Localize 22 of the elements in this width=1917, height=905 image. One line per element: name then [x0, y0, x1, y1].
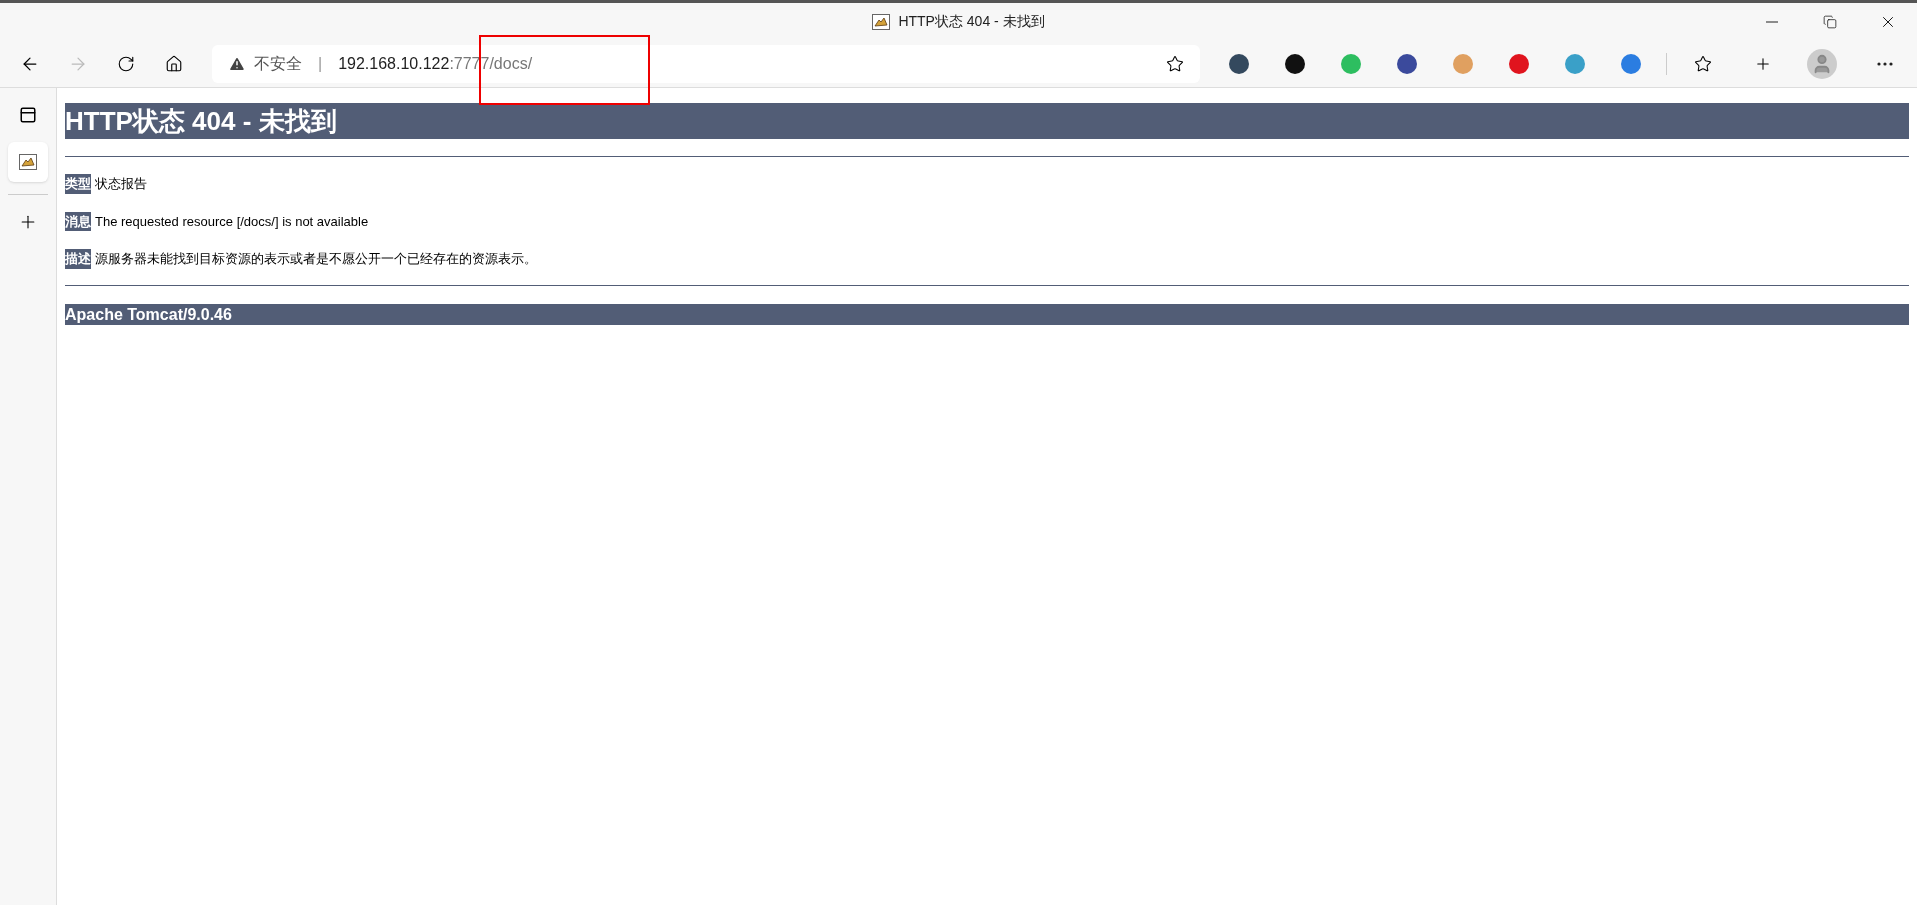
restore-icon	[1823, 14, 1837, 29]
page-heading: HTTP状态 404 - 未找到	[65, 103, 1909, 139]
more-icon	[1877, 61, 1893, 66]
tab-favicon-icon	[872, 13, 891, 30]
vertical-tab[interactable]	[8, 142, 48, 182]
field-value: 状态报告	[95, 175, 147, 193]
security-label: 不安全	[254, 53, 302, 74]
profile-avatar[interactable]	[1807, 48, 1837, 79]
favorite-add-icon[interactable]	[1166, 54, 1184, 73]
tab-actions-icon	[19, 106, 37, 124]
field-label: 消息	[65, 211, 91, 231]
field-label: 描述	[65, 249, 91, 269]
separator-text: |	[318, 53, 323, 74]
field-value: The requested resource [/docs/] is not available	[95, 212, 369, 231]
field-value: 源服务器未能找到目标资源的表示或者是不愿公开一个已经存在的资源表示。	[95, 250, 537, 268]
server-footer: Apache Tomcat/9.0.46	[65, 303, 1909, 325]
tab-favicon-icon	[19, 154, 37, 170]
home-icon	[165, 54, 183, 73]
window-title: HTTP状态 404 - 未找到	[898, 12, 1045, 31]
refresh-icon	[117, 54, 135, 73]
minimize-icon	[1766, 20, 1778, 23]
field-label: 类型	[65, 174, 91, 194]
